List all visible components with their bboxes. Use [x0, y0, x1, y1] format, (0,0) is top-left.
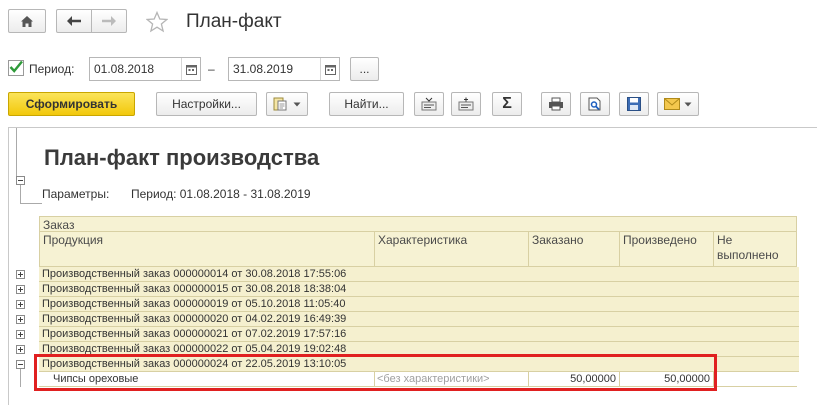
group-bracket-line	[20, 369, 21, 387]
date-from-field[interactable]	[89, 57, 201, 81]
highlight-frame	[34, 354, 717, 391]
select-period-button[interactable]: ...	[350, 57, 379, 81]
find-replace-button[interactable]	[451, 92, 481, 116]
expand-order-toggle[interactable]	[16, 315, 25, 324]
printer-icon	[549, 97, 563, 111]
report-title: План-факт производства	[44, 145, 320, 170]
arrow-right-icon	[102, 16, 116, 26]
print-button[interactable]	[541, 92, 571, 116]
order-row[interactable]: Производственный заказ 000000020 от 04.0…	[39, 312, 799, 327]
header-not-done: Не выполнено	[713, 231, 797, 267]
back-button[interactable]	[56, 9, 92, 33]
date-to-input[interactable]	[229, 62, 320, 76]
sum-button[interactable]: Σ	[492, 92, 522, 116]
period-dash: –	[208, 62, 215, 76]
date-from-input[interactable]	[90, 62, 181, 76]
expand-order-toggle[interactable]	[16, 330, 25, 339]
calendar-icon[interactable]	[181, 58, 200, 80]
calendar-icon[interactable]	[320, 58, 339, 80]
save-button[interactable]	[619, 92, 649, 116]
search-text-icon	[421, 97, 437, 111]
window-title: План-факт	[186, 11, 282, 32]
collapse-header-toggle[interactable]	[16, 176, 25, 185]
date-to-field[interactable]	[228, 57, 340, 81]
chevron-down-icon	[684, 102, 692, 106]
envelope-icon	[664, 98, 680, 110]
expand-order-toggle[interactable]	[16, 345, 25, 354]
order-row[interactable]: Производственный заказ 000000021 от 07.0…	[39, 327, 799, 342]
expand-order-toggle[interactable]	[16, 300, 25, 309]
group-bracket-line	[16, 128, 17, 177]
header-product: Продукция	[39, 231, 375, 267]
header-ordered: Заказано	[528, 231, 620, 267]
group-bracket-line	[20, 185, 21, 204]
collapse-order-toggle[interactable]	[16, 360, 25, 369]
send-email-button[interactable]	[657, 92, 699, 116]
params-label: Параметры:	[42, 187, 110, 201]
save-disk-icon	[627, 97, 641, 111]
report-variant-button[interactable]	[266, 92, 308, 116]
expand-order-toggle[interactable]	[16, 285, 25, 294]
period-label: Период:	[29, 62, 75, 76]
detail-not-done	[713, 372, 797, 386]
home-button[interactable]	[8, 9, 46, 33]
home-icon	[21, 15, 33, 27]
expand-order-toggle[interactable]	[16, 270, 25, 279]
favorite-star-icon[interactable]	[145, 10, 169, 33]
generate-button[interactable]: Сформировать	[8, 92, 135, 116]
find-next-button[interactable]	[414, 92, 444, 116]
order-row[interactable]: Производственный заказ 000000014 от 30.0…	[39, 267, 799, 282]
sum-icon: Σ	[502, 95, 512, 112]
order-row[interactable]: Производственный заказ 000000019 от 05.1…	[39, 297, 799, 312]
header-characteristic: Характеристика	[374, 231, 529, 267]
params-value: Период: 01.08.2018 - 31.08.2019	[131, 187, 311, 201]
arrow-left-icon	[67, 16, 81, 26]
header-not-done-line2: выполнено	[717, 248, 779, 262]
order-row[interactable]: Производственный заказ 000000015 от 30.0…	[39, 282, 799, 297]
search-text-plus-icon	[458, 97, 474, 111]
report-variants-icon	[273, 97, 287, 111]
header-produced: Произведено	[619, 231, 714, 267]
find-button[interactable]: Найти...	[329, 92, 404, 116]
header-order: Заказ	[39, 216, 797, 232]
print-preview-button[interactable]	[580, 92, 610, 116]
report-area[interactable]: План-факт производства Параметры: Период…	[8, 127, 817, 405]
checkmark-icon	[9, 60, 23, 73]
header-not-done-line1: Не	[717, 233, 733, 247]
chevron-down-icon	[293, 102, 301, 106]
print-preview-icon	[588, 97, 601, 111]
period-checkbox[interactable]	[8, 60, 24, 76]
forward-button[interactable]	[91, 9, 127, 33]
group-bracket-line	[20, 203, 42, 204]
settings-button[interactable]: Настройки...	[156, 92, 257, 116]
